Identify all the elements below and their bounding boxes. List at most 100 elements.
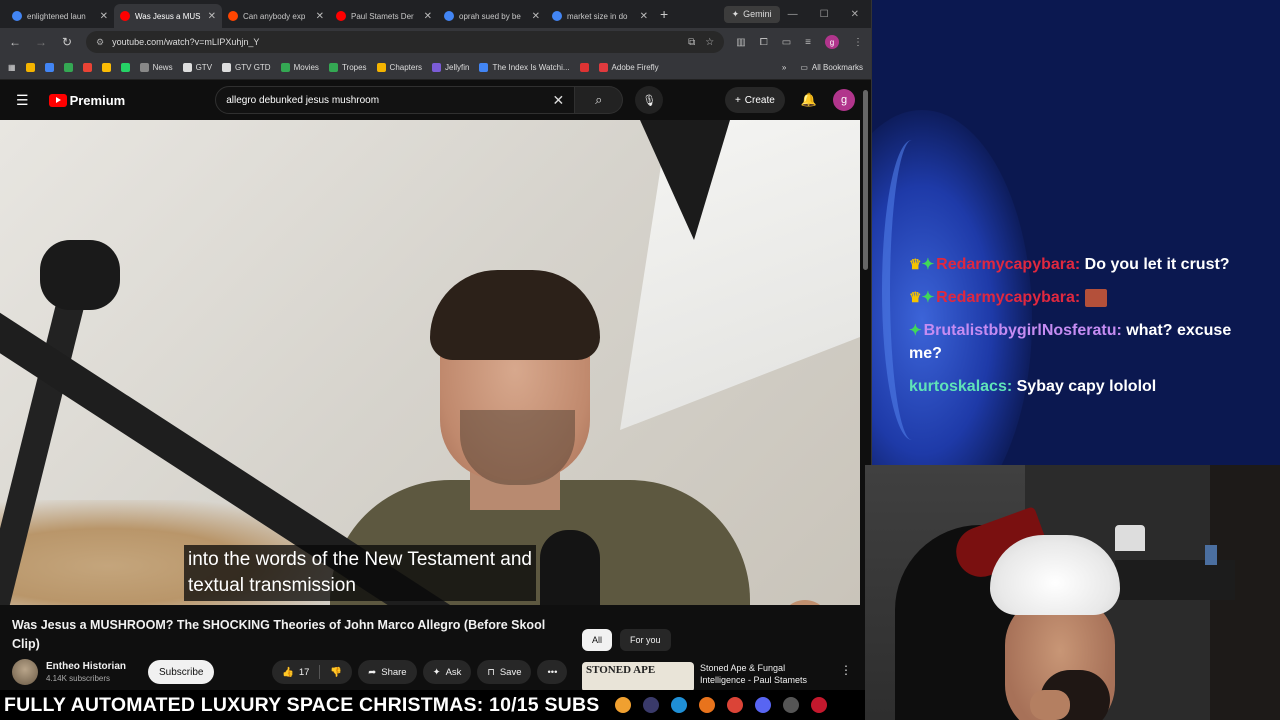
thumbs-up-icon: 👍 (282, 666, 294, 678)
firefox-icon[interactable] (699, 697, 716, 713)
vlc-icon[interactable] (615, 697, 632, 713)
profile-avatar[interactable]: g (825, 35, 839, 49)
channel-avatar[interactable] (12, 659, 38, 685)
save-button[interactable]: ⊓ Save (477, 660, 532, 684)
chat-message: ♛✦ Redarmycapybara: Do you let it crust? (909, 253, 1249, 276)
search-button[interactable]: ⌕ (575, 86, 624, 114)
tab-label: oprah sued by be (459, 11, 521, 21)
recommended-title[interactable]: Stoned Ape & Fungal Intelligence - Paul … (700, 662, 830, 690)
clear-search-icon[interactable]: ✕ (552, 92, 564, 109)
create-label: Create (744, 94, 775, 106)
menu-icon[interactable]: ☰ (16, 92, 29, 109)
channel-name[interactable]: Entheo Historian (46, 661, 126, 672)
bookmark-item[interactable]: Jellyfin (432, 63, 469, 72)
browser-menu-icon[interactable]: ⋮ (853, 37, 863, 48)
back-button[interactable]: ← (8, 35, 22, 49)
browser-tab[interactable]: oprah sued by be ✕ (438, 4, 546, 28)
bookmark-item[interactable]: Tropes (328, 63, 367, 72)
share-button[interactable]: ➦ Share (358, 660, 417, 684)
bookmark-item[interactable] (120, 63, 130, 72)
minimize-button[interactable]: — (788, 9, 798, 20)
create-button[interactable]: + Create (724, 87, 785, 113)
scrollbar-thumb[interactable] (863, 90, 868, 270)
bookmark-item[interactable]: Chapters (376, 63, 423, 72)
notifications-bell-icon[interactable]: 🔔 (801, 92, 817, 108)
bookmark-item[interactable] (63, 63, 73, 72)
subscribe-button[interactable]: Subscribe (148, 660, 215, 684)
recommended-more-icon[interactable]: ⋮ (840, 663, 852, 677)
obs-icon[interactable] (643, 697, 660, 713)
site-info-icon[interactable]: ⚙ (96, 37, 104, 48)
bookmark-item[interactable] (44, 63, 54, 72)
bookmark-item[interactable]: News (139, 63, 173, 72)
bookmark-item[interactable] (25, 63, 35, 72)
video-player[interactable] (0, 120, 860, 605)
downloads-icon[interactable]: ≡ (805, 37, 811, 48)
edge-icon[interactable] (671, 697, 688, 713)
voice-search-button[interactable]: 🎙 (635, 86, 664, 114)
youtube-header: ☰ Premium allegro debunked jesus mushroo… (0, 80, 871, 120)
recommended-thumbnail[interactable]: STONED APE (582, 662, 694, 690)
discord-icon[interactable] (755, 697, 772, 713)
tab-close-icon[interactable]: ✕ (532, 11, 540, 22)
bookmark-star-icon[interactable]: ☆ (705, 37, 714, 48)
speaker-hand (780, 600, 830, 605)
bookmark-item[interactable]: Adobe Firefly (598, 63, 659, 72)
microphone-icon: 🎙 (642, 94, 657, 107)
apps-icon[interactable]: ▦ (8, 63, 16, 72)
close-window-button[interactable]: ✕ (851, 9, 859, 20)
tab-close-icon[interactable]: ✕ (640, 11, 648, 22)
new-tab-button[interactable]: + (660, 6, 668, 22)
gemini-button[interactable]: ✦ Gemini (723, 5, 780, 23)
ask-button[interactable]: ✦ Ask (422, 660, 472, 684)
more-actions-button[interactable]: ••• (537, 660, 568, 684)
bookmark-item[interactable]: Movies (280, 63, 319, 72)
youtube-logo[interactable]: Premium (48, 93, 125, 108)
bookmark-item[interactable] (579, 63, 589, 72)
chrome-icon[interactable] (727, 697, 744, 713)
all-bookmarks[interactable]: ▭ All Bookmarks (800, 63, 863, 72)
chip-all[interactable]: All (582, 629, 613, 651)
browser-tab[interactable]: enlightened laun ✕ (6, 4, 114, 28)
cast-icon[interactable]: ▭ (782, 37, 791, 48)
browser-tab[interactable]: market size in do ✕ (546, 4, 654, 28)
reload-button[interactable]: ↻ (60, 35, 74, 49)
bookmark-item[interactable]: GTV (182, 63, 212, 72)
dislike-button[interactable]: 👎 (320, 667, 352, 678)
bookmark-item[interactable] (101, 63, 111, 72)
browser-tab[interactable]: Can anybody exp ✕ (222, 4, 330, 28)
url-field[interactable]: ⚙ youtube.com/watch?v=mLIPXuhjn_Y ⧉ ☆ (86, 31, 725, 53)
tab-close-icon[interactable]: ✕ (424, 11, 432, 22)
bookmark-item[interactable]: The Index Is Watchi... (479, 63, 570, 72)
stream-screen: enlightened laun ✕ Was Jesus a MUS ✕ Can any… (0, 0, 1280, 720)
account-avatar[interactable]: g (833, 89, 855, 111)
browser-tab[interactable]: Paul Stamets Der ✕ (330, 4, 438, 28)
chip-for-you[interactable]: For you (620, 629, 671, 651)
bookmark-favicon-icon (182, 63, 192, 72)
plus-icon: + (734, 94, 741, 106)
bookmark-item[interactable]: GTV GTD (222, 63, 271, 72)
tab-close-icon[interactable]: ✕ (208, 11, 216, 22)
browser-tab[interactable]: Was Jesus a MUS ✕ (114, 4, 222, 28)
bookmark-item[interactable] (82, 63, 92, 72)
bookmark-favicon-icon (222, 63, 232, 72)
reading-list-icon[interactable]: ▥ (736, 37, 745, 48)
recommended-video[interactable]: STONED APE Stoned Ape & Fungal Intellige… (582, 662, 830, 690)
address-bar-row: ← → ↻ ⚙ youtube.com/watch?v=mLIPXuhjn_Y … (0, 28, 871, 56)
bookmark-label: Chapters (389, 63, 423, 72)
search-input[interactable]: allegro debunked jesus mushroom ✕ (215, 86, 576, 114)
like-button[interactable]: 👍 17 (272, 667, 319, 678)
more-bookmarks-icon[interactable]: » (782, 63, 786, 72)
tab-label: market size in do (567, 11, 628, 21)
maximize-button[interactable]: ☐ (820, 9, 829, 20)
tab-close-icon[interactable]: ✕ (100, 11, 108, 22)
extensions-icon[interactable]: ⧠ (760, 37, 768, 48)
browser-window: enlightened laun ✕ Was Jesus a MUS ✕ Can any… (0, 0, 872, 690)
forward-button[interactable]: → (34, 35, 48, 49)
bookmark-favicon-icon (598, 63, 608, 72)
bookmarks-right: » ▭ All Bookmarks (782, 63, 863, 72)
install-icon[interactable]: ⧉ (688, 37, 695, 48)
tab-close-icon[interactable]: ✕ (316, 11, 324, 22)
steam-icon[interactable] (783, 697, 800, 713)
media-player-icon[interactable] (811, 697, 828, 713)
